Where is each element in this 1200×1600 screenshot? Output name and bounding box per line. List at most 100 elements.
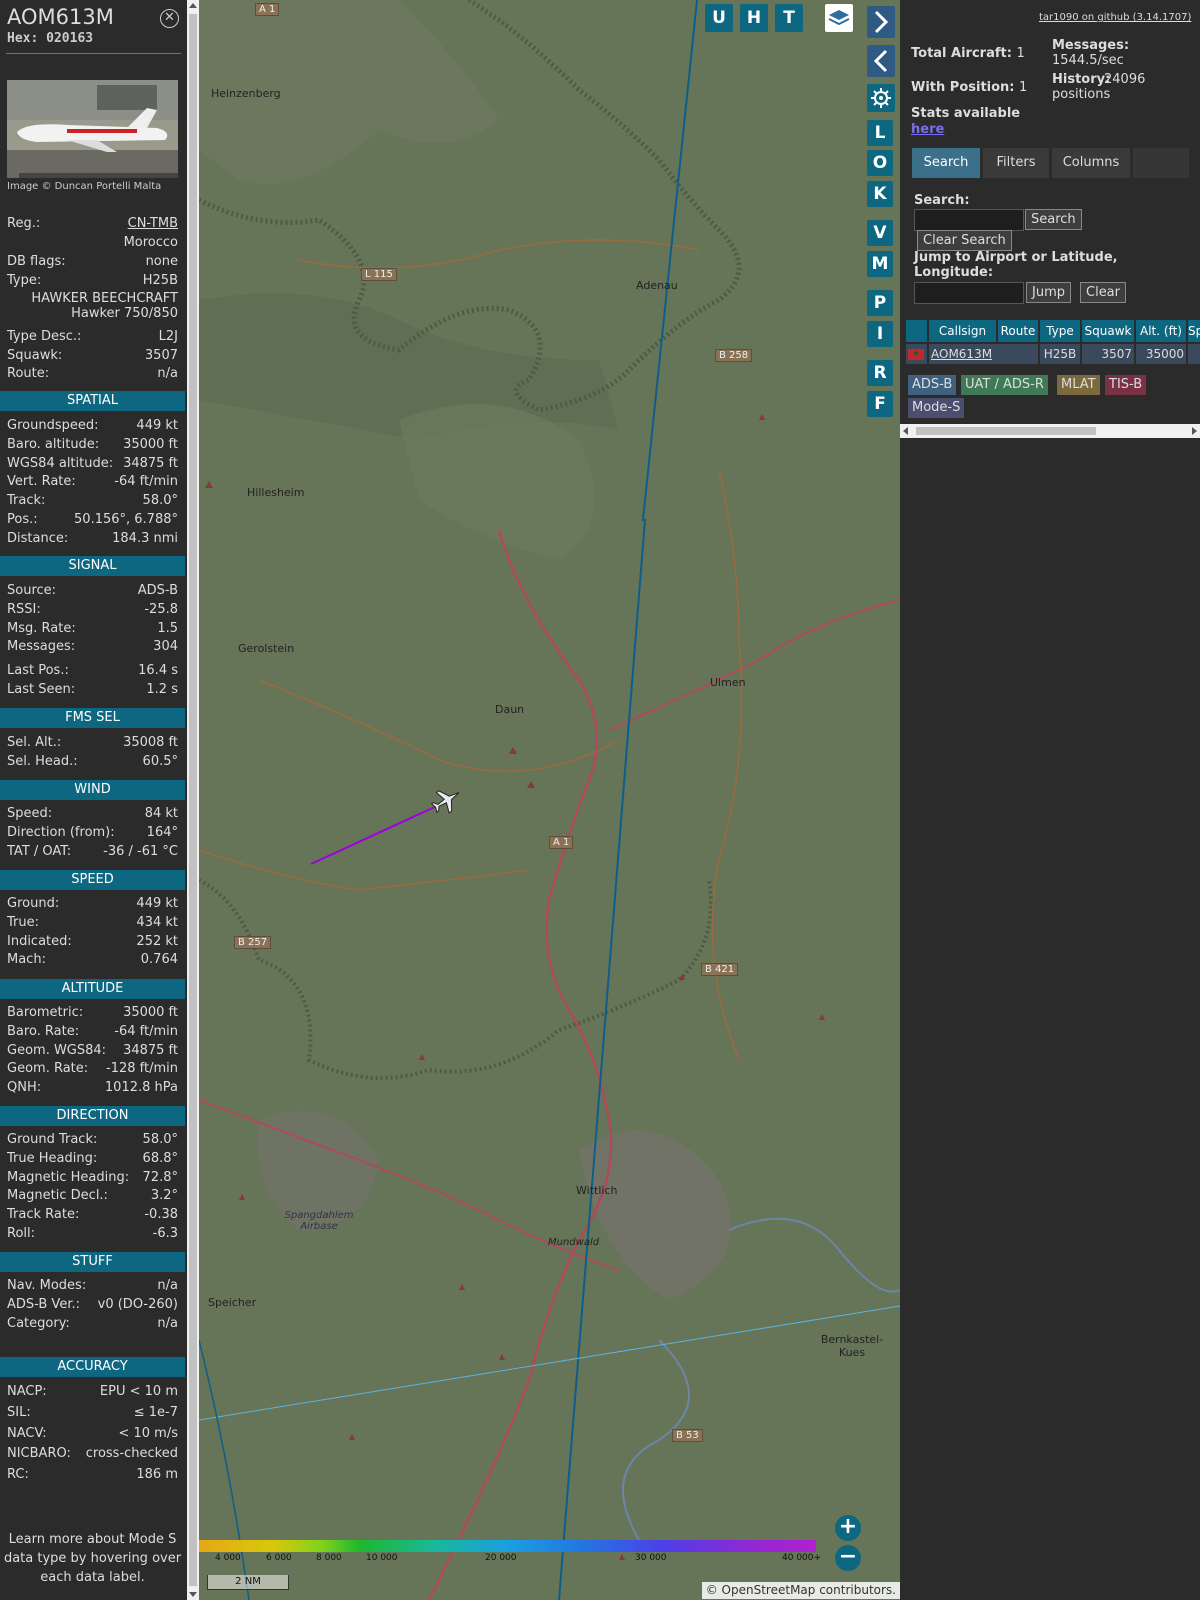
- side-button-k[interactable]: K: [867, 181, 893, 207]
- speed-label-0: Ground:: [7, 896, 60, 911]
- clear-jump-button[interactable]: Clear: [1080, 282, 1126, 303]
- th-callsign[interactable]: Callsign: [929, 320, 996, 342]
- table-scroll-thumb[interactable]: [916, 427, 1096, 435]
- speed-value-3: 0.764: [140, 952, 178, 967]
- right-panel: tar1090 on github (3.14.1707) Total Airc…: [900, 0, 1200, 1600]
- altitude-value-1: -64 ft/min: [114, 1024, 178, 1039]
- row-route: [998, 344, 1038, 364]
- th-flag[interactable]: [906, 320, 927, 342]
- stuff-label-2: Category:: [7, 1316, 70, 1331]
- jump-input[interactable]: [914, 282, 1024, 304]
- signal-label-3: Messages:: [7, 639, 76, 654]
- place-heinzenberg: Heinzenberg: [211, 87, 281, 100]
- spatial-value-5: 50.156°, 6.788°: [74, 512, 178, 527]
- colorbar-label-3: 10 000: [366, 1553, 398, 1563]
- layers-icon[interactable]: [825, 4, 853, 32]
- gear-icon[interactable]: [867, 84, 895, 112]
- aircraft-photo[interactable]: [7, 80, 178, 178]
- side-button-m[interactable]: M: [867, 251, 893, 277]
- scroll-up-arrow[interactable]: [189, 3, 197, 8]
- th-squawk[interactable]: Squawk: [1082, 320, 1134, 342]
- details-label-3: Type:: [7, 273, 42, 288]
- fms-value-1: 60.5°: [142, 754, 178, 769]
- with-position: With Position: 1: [911, 80, 1027, 95]
- signal-label-1: RSSI:: [7, 602, 41, 617]
- details-value-2: none: [145, 254, 178, 269]
- spatial-value-3: -64 ft/min: [114, 474, 178, 489]
- wind-value-1: 164°: [146, 825, 178, 840]
- legend-modes: Mode-S: [908, 398, 965, 418]
- direction-label-0: Ground Track:: [7, 1132, 98, 1147]
- direction-value-2: 72.8°: [142, 1170, 178, 1185]
- jump-button[interactable]: Jump: [1026, 282, 1071, 303]
- details-value-5: Hawker 750/850: [71, 306, 178, 321]
- tab-search[interactable]: Search: [912, 148, 980, 178]
- map-attribution[interactable]: © OpenStreetMap contributors.: [701, 1582, 900, 1599]
- colorbar-label-5: 30 000: [635, 1553, 667, 1563]
- info-scrollbar[interactable]: [187, 0, 199, 1600]
- place-speicher: Speicher: [208, 1296, 257, 1309]
- signal-value-0: ADS-B: [137, 583, 178, 598]
- side-button-l[interactable]: L: [867, 120, 893, 146]
- details-label-0: Reg.:: [7, 216, 41, 231]
- side-button-f[interactable]: F: [867, 391, 893, 417]
- scroll-thumb[interactable]: [189, 14, 197, 1586]
- search-input[interactable]: [914, 209, 1024, 231]
- altitude-colorbar: [199, 1540, 816, 1552]
- github-link[interactable]: tar1090 on github (3.14.1707): [1039, 12, 1191, 23]
- section-altitude: ALTITUDE: [0, 979, 185, 999]
- zoom-in-button[interactable]: +: [835, 1515, 861, 1541]
- side-button-r[interactable]: R: [867, 360, 893, 386]
- spatial-value-4: 58.0°: [142, 493, 178, 508]
- spatial-label-4: Track:: [7, 493, 46, 508]
- scroll-left-arrow[interactable]: [903, 427, 908, 435]
- th-speed[interactable]: Sp: [1188, 320, 1200, 342]
- scroll-right-arrow[interactable]: [1192, 427, 1197, 435]
- collapse-left-button[interactable]: [867, 45, 895, 77]
- search-button[interactable]: Search: [1025, 209, 1082, 230]
- accuracy-value-1: ≤ 1e-7: [133, 1405, 178, 1420]
- expand-right-button[interactable]: [867, 6, 895, 38]
- th-altitude[interactable]: Alt. (ft): [1136, 320, 1186, 342]
- side-button-v[interactable]: V: [867, 220, 893, 246]
- map-view[interactable]: Heinzenberg Adenau Hillesheim Gerolstein…: [199, 0, 900, 1600]
- fms-label-1: Sel. Head.:: [7, 754, 78, 769]
- with-position-label: With Position:: [911, 80, 1015, 95]
- th-route[interactable]: Route: [998, 320, 1038, 342]
- direction-label-3: Magnetic Decl.:: [7, 1188, 108, 1203]
- control-button-t[interactable]: T: [775, 4, 803, 32]
- control-button-h[interactable]: H: [740, 4, 768, 32]
- section-direction: DIRECTION: [0, 1106, 185, 1126]
- search-label: Search:: [914, 193, 970, 208]
- stats-link[interactable]: here: [911, 122, 944, 137]
- signal-value-5: 1.2 s: [146, 682, 178, 697]
- section-speed: SPEED: [0, 870, 185, 890]
- section-fms: FMS SEL: [0, 708, 185, 728]
- accuracy-label-3: NICBARO:: [7, 1446, 71, 1461]
- close-icon[interactable]: ✕: [160, 9, 179, 28]
- table-scrollbar[interactable]: [900, 424, 1200, 438]
- row-callsign[interactable]: AOM613M: [929, 344, 998, 364]
- zoom-out-button[interactable]: −: [835, 1545, 861, 1571]
- table-row[interactable]: [906, 344, 927, 364]
- section-signal: SIGNAL: [0, 556, 185, 576]
- direction-value-5: -6.3: [152, 1226, 178, 1241]
- morocco-flag-icon: [908, 349, 924, 360]
- direction-value-0: 58.0°: [142, 1132, 178, 1147]
- tab-columns[interactable]: Columns: [1052, 148, 1130, 178]
- th-type[interactable]: Type: [1040, 320, 1080, 342]
- section-accuracy: ACCURACY: [0, 1357, 185, 1377]
- side-button-i[interactable]: I: [867, 321, 893, 347]
- altitude-label-0: Barometric:: [7, 1005, 84, 1020]
- side-button-p[interactable]: P: [867, 290, 893, 316]
- tab-filters[interactable]: Filters: [983, 148, 1049, 178]
- scroll-down-arrow[interactable]: [189, 1592, 197, 1597]
- side-button-o[interactable]: O: [867, 150, 893, 176]
- accuracy-label-4: RC:: [7, 1467, 29, 1482]
- wind-value-0: 84 kt: [144, 806, 178, 821]
- details-value-0[interactable]: CN-TMB: [128, 216, 178, 231]
- spatial-label-6: Distance:: [7, 531, 69, 546]
- hex-code: Hex: 020163: [7, 31, 94, 46]
- control-button-u[interactable]: U: [705, 4, 733, 32]
- clear-search-button[interactable]: Clear Search: [917, 230, 1012, 251]
